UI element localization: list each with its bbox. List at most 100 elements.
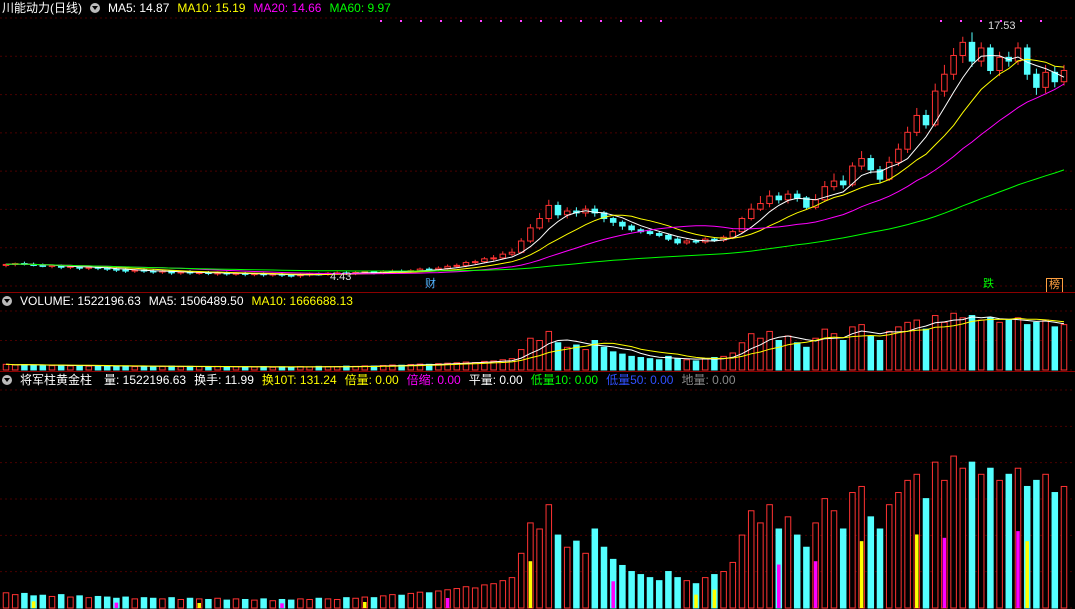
candle-body — [453, 264, 461, 267]
signal-dot — [1020, 20, 1022, 22]
indicator-bar — [1033, 479, 1040, 609]
indicator-bar — [517, 552, 525, 609]
candle-body — [665, 234, 672, 240]
volume-pane[interactable]: VOLUME: 1522196.63 MA5: 1506489.50 MA10:… — [0, 293, 1075, 371]
candle-body — [904, 131, 911, 150]
indicator-bar — [701, 577, 709, 609]
kline-pane[interactable]: 川能动力(日线) MA5: 14.87 MA10: 15.19 MA20: 14… — [0, 0, 1075, 293]
indicator-bar — [398, 594, 405, 609]
candle-body — [655, 233, 663, 236]
volume-bar — [766, 330, 773, 371]
indicator-bar — [683, 580, 691, 609]
kline-chart[interactable] — [0, 0, 1075, 292]
volume-bar — [251, 366, 258, 371]
indicator-bar — [85, 597, 93, 609]
volume-bar — [637, 357, 645, 371]
indicator-bar — [720, 571, 727, 609]
candle-body — [481, 258, 488, 263]
indicator-bar — [481, 584, 488, 609]
indicator-pane[interactable]: 将军柱黄金柱 量: 1522196.63 换手: 11.99 换10T: 131… — [0, 372, 1075, 609]
candle-body — [895, 148, 902, 163]
candle-body — [757, 203, 764, 210]
volume-bar — [205, 366, 212, 371]
volume-bar — [876, 340, 884, 371]
signal-dot — [660, 20, 662, 22]
candle-body — [784, 193, 792, 201]
candle-body — [536, 218, 543, 229]
volume-chart[interactable] — [0, 293, 1075, 371]
candle-body — [729, 231, 737, 238]
indicator-bar — [766, 504, 773, 609]
candle-body — [987, 47, 994, 71]
indicator-bar — [269, 600, 277, 609]
indicator-bar — [628, 571, 635, 609]
candle-body — [545, 204, 553, 220]
candle-body — [619, 221, 626, 227]
candle-body — [39, 264, 47, 267]
indicator-bar — [1005, 473, 1013, 609]
indicator-bar — [241, 598, 249, 609]
candle-body — [830, 180, 838, 188]
indicator-bar — [94, 595, 102, 609]
candle-body — [738, 218, 746, 233]
volume-bar — [1014, 317, 1022, 371]
indicator-bar — [895, 492, 902, 609]
indicator-bar — [573, 540, 580, 609]
volume-bar — [76, 364, 83, 371]
candle-body — [517, 240, 525, 253]
indicator-bar — [389, 594, 396, 609]
candle-body — [968, 41, 976, 62]
volume-bar — [159, 366, 166, 371]
signal-dot — [540, 20, 542, 22]
candle-body — [913, 114, 921, 133]
indicator-bar — [490, 583, 497, 609]
event-tag-drop[interactable]: 跌 — [981, 278, 996, 291]
indicator-bar — [1042, 473, 1049, 609]
low-price-label: 4.43 — [330, 271, 352, 283]
candle-body — [527, 227, 534, 242]
indicator-bar — [379, 595, 387, 609]
event-tag-finance[interactable]: 财 — [423, 278, 438, 291]
volume-bar — [996, 321, 1003, 371]
indicator-bar — [665, 571, 672, 609]
indicator-bar — [849, 492, 856, 609]
volume-bar — [563, 346, 571, 371]
candle-body — [287, 274, 295, 277]
volume-bar — [149, 365, 157, 371]
indicator-bar — [922, 498, 930, 609]
candle-body — [628, 225, 635, 231]
indicator-bar — [885, 504, 893, 609]
indicator-bar — [297, 598, 304, 609]
indicator-bar — [260, 598, 267, 609]
signal-bar — [114, 602, 119, 608]
indicator-bar — [619, 564, 626, 609]
event-tag-list[interactable]: 榜 — [1046, 278, 1063, 293]
indicator-chart[interactable] — [0, 372, 1075, 609]
candle-body — [747, 208, 755, 220]
volume-bar — [122, 365, 129, 371]
indicator-bar — [251, 599, 258, 609]
candle-body — [1033, 73, 1040, 88]
volume-bar — [729, 352, 737, 371]
volume-bar — [21, 364, 28, 371]
volume-bar — [830, 333, 838, 371]
indicator-bar — [839, 528, 847, 609]
volume-bar — [131, 366, 139, 371]
signal-bar — [445, 597, 450, 608]
signal-dot — [420, 20, 422, 22]
volume-bar — [775, 340, 783, 371]
indicator-bar — [674, 577, 681, 609]
indicator-bar — [950, 455, 957, 609]
indicator-bar — [591, 528, 599, 609]
volume-bar — [554, 342, 562, 371]
indicator-bar — [306, 598, 313, 609]
signal-bar — [813, 561, 818, 608]
indicator-bar — [205, 598, 212, 609]
indicator-bar — [655, 580, 663, 609]
indicator-bar — [287, 599, 295, 609]
indicator-bar — [2, 592, 10, 609]
candle-body — [922, 114, 930, 126]
volume-bar — [941, 321, 948, 371]
volume-bar — [959, 317, 967, 371]
volume-bar — [223, 366, 231, 371]
